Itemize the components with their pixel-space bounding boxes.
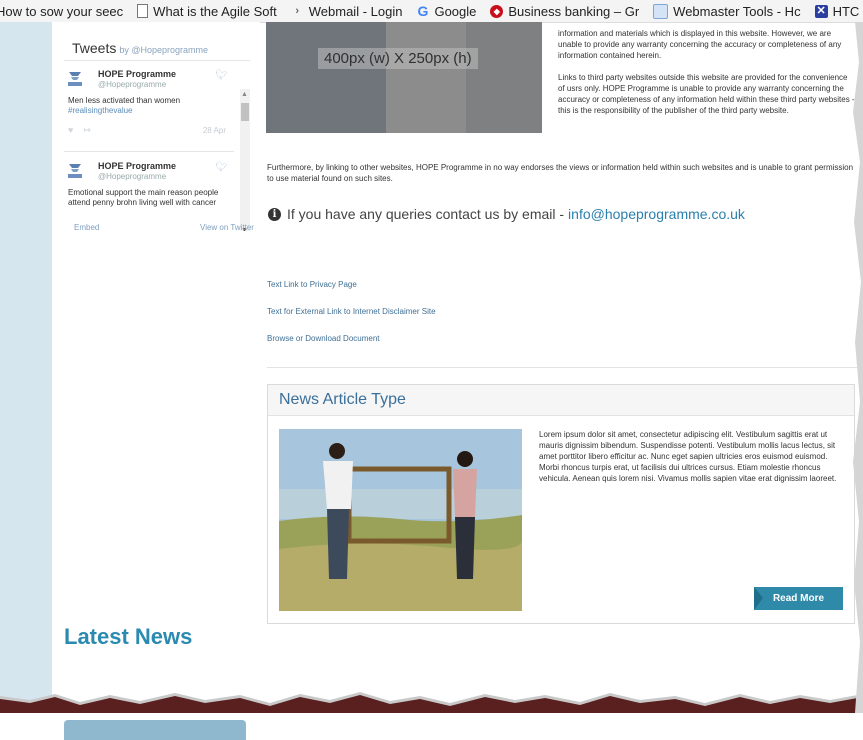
- twitter-timeline[interactable]: HOPE Programme @Hopeprogramme 🐦︎ Men les…: [64, 60, 250, 231]
- bookmark-label: How to sow your seec: [0, 3, 124, 19]
- bookmark-label: Webmaster Tools - Hc: [673, 3, 801, 19]
- torn-edge: [0, 692, 863, 713]
- hope-logo-icon: [68, 72, 82, 86]
- tweets-title: Tweets: [72, 40, 117, 56]
- scroll-up-icon[interactable]: ▲: [241, 91, 248, 98]
- read-more-label: Read More: [772, 593, 825, 604]
- tweets-heading: Tweets by @Hopeprogramme: [72, 40, 208, 56]
- bookmark-google[interactable]: G Google: [416, 2, 477, 19]
- view-on-twitter-link[interactable]: View on Twitter: [200, 223, 254, 232]
- bookmark-webmail[interactable]: › Webmail - Login: [291, 3, 403, 19]
- contact-email-link[interactable]: info@hopeprogramme.co.uk: [568, 206, 745, 222]
- tweet-handle[interactable]: @Hopeprogramme: [98, 80, 166, 89]
- latest-news-heading: Latest News: [64, 624, 193, 649]
- tweet-divider: [64, 151, 234, 152]
- share-icon[interactable]: ↦: [83, 125, 91, 135]
- card-header: News Article Type: [268, 385, 854, 416]
- disclaimer-text: information and materials which is displ…: [558, 28, 856, 127]
- tweet-date[interactable]: 28 Apr: [203, 126, 226, 135]
- left-rail: [0, 22, 52, 713]
- hope-logo-icon: [68, 164, 82, 178]
- latest-news-card[interactable]: [64, 720, 246, 740]
- main-content: 400px (w) X 250px (h) information and ma…: [260, 22, 863, 713]
- tweet-handle[interactable]: @Hopeprogramme: [98, 172, 166, 181]
- tweets-by-link[interactable]: by @Hopeprogramme: [119, 45, 208, 55]
- tweet-author[interactable]: HOPE Programme: [98, 69, 176, 79]
- bookmark-agile[interactable]: What is the Agile Soft: [137, 4, 277, 19]
- disclaimer-site-link[interactable]: Text for External Link to Internet Discl…: [267, 307, 436, 316]
- tweet-author[interactable]: HOPE Programme: [98, 161, 176, 171]
- bookmark-label: Webmail - Login: [308, 3, 403, 19]
- tweet-hashtag[interactable]: #realisingthevalue: [68, 106, 133, 115]
- document-icon: [137, 4, 149, 18]
- download-document-link[interactable]: Browse or Download Document: [267, 334, 380, 343]
- tweet-text: Emotional support the main reason people…: [68, 188, 226, 208]
- webmaster-icon: [653, 3, 669, 19]
- endorsement-paragraph: Furthermore, by linking to other website…: [267, 163, 854, 183]
- twitter-bird-icon: 🐦︎: [215, 162, 228, 173]
- bookmarks-bar: How to sow your seec What is the Agile S…: [0, 0, 863, 23]
- scrollbar-thumb[interactable]: [241, 103, 249, 121]
- bookmark-label: Google: [434, 3, 477, 19]
- contact-text: If you have any queries contact us by em…: [287, 206, 565, 222]
- like-icon[interactable]: ♥: [68, 125, 73, 135]
- bookmark-label: What is the Agile Soft: [153, 3, 277, 19]
- mail-icon: ›: [295, 4, 300, 17]
- article-body: Lorem ipsum dolor sit amet, consectetur …: [539, 430, 837, 483]
- bookmark-sow-seeds[interactable]: How to sow your seec: [0, 4, 123, 19]
- torn-edge-right: [853, 22, 863, 713]
- info-icon: i: [268, 207, 281, 221]
- bookmark-htc[interactable]: ✕ HTC: [814, 3, 860, 19]
- twitter-bird-icon: 🐦︎: [215, 70, 228, 81]
- tweet-actions: ♥ ↦: [68, 125, 91, 136]
- disclaimer-paragraph: Links to third party websites outside th…: [558, 73, 855, 115]
- bookmark-label: Business banking – Gr: [508, 3, 640, 19]
- bank-icon: ◆: [490, 4, 504, 18]
- news-article-card: News Article Type Lorem ipsum dolor sit …: [267, 384, 855, 624]
- contact-line: i If you have any queries contact us by …: [268, 206, 745, 222]
- tweet-body: Emotional support the main reason people…: [68, 188, 219, 207]
- google-icon: G: [417, 2, 429, 19]
- sidebar: Tweets by @Hopeprogramme HOPE Programme @…: [52, 22, 260, 740]
- disclaimer-paragraph: information and materials which is displ…: [558, 29, 842, 60]
- embed-link[interactable]: Embed: [74, 223, 99, 232]
- article-photo: [279, 429, 522, 611]
- placeholder-image: 400px (w) X 250px (h): [266, 22, 542, 133]
- placeholder-size-label: 400px (w) X 250px (h): [318, 48, 478, 69]
- tweets-scrollbar[interactable]: ▲ ▼: [240, 89, 250, 231]
- bookmark-label: HTC: [832, 3, 860, 19]
- read-more-button[interactable]: Read More: [754, 587, 843, 610]
- privacy-page-link[interactable]: Text Link to Privacy Page: [267, 280, 357, 289]
- htc-icon: ✕: [814, 4, 828, 18]
- section-divider: [267, 367, 857, 368]
- photo-shade: [266, 22, 386, 133]
- arrow-icon: [754, 587, 763, 610]
- tweet-body: Men less activated than women: [68, 96, 181, 105]
- bookmark-business-banking[interactable]: ◆ Business banking – Gr: [490, 4, 639, 19]
- tweet-text: Men less activated than women #realising…: [68, 96, 226, 116]
- bookmark-webmaster-tools[interactable]: Webmaster Tools - Hc: [653, 3, 801, 19]
- article-title: News Article Type: [279, 391, 406, 408]
- photo-shade: [466, 22, 542, 133]
